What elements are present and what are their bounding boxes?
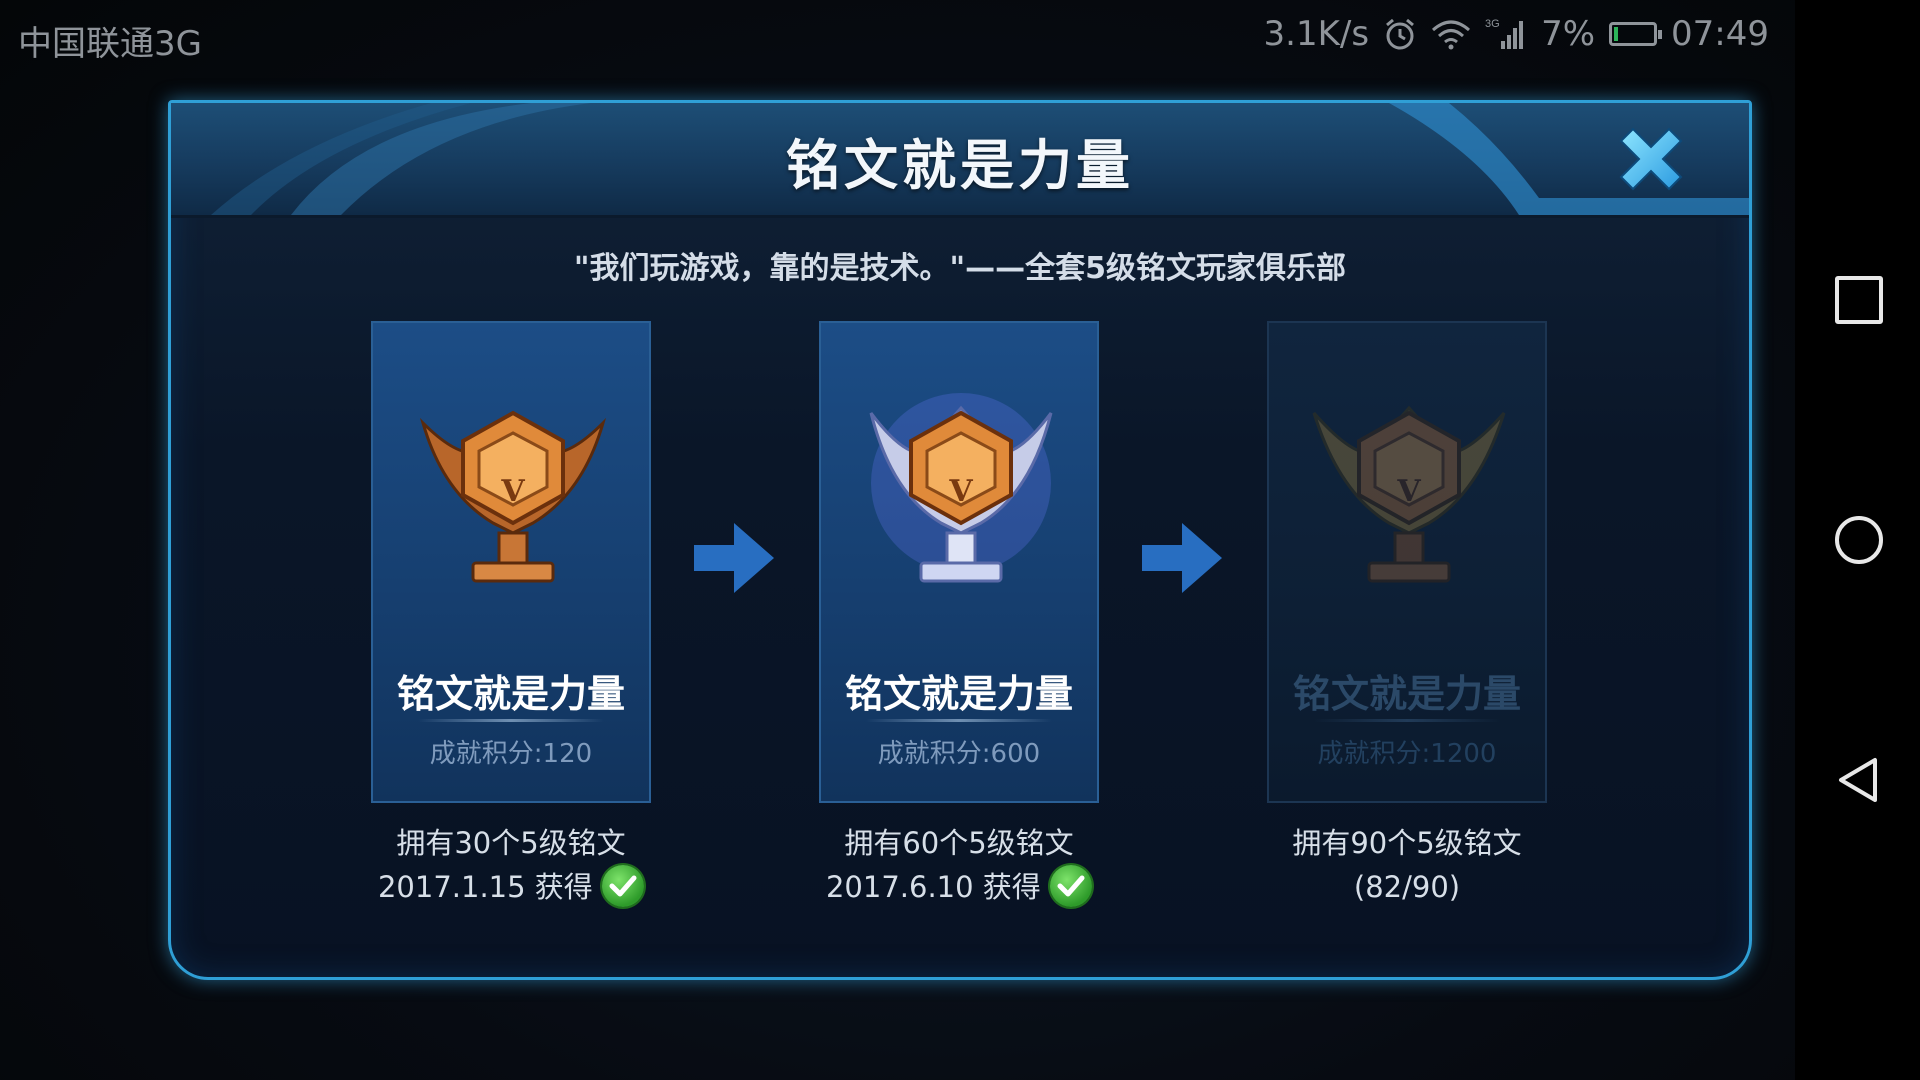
progress-text: (82/90)	[1353, 870, 1461, 904]
tier-title: 铭文就是力量	[396, 672, 625, 716]
arrow-right-icon	[1142, 523, 1222, 593]
arrow-right-icon	[694, 523, 774, 593]
requirement-text: 拥有90个5级铭文	[1292, 826, 1522, 860]
check-icon	[1050, 865, 1093, 907]
divider	[1314, 719, 1500, 722]
status-icons: 3.1K/s 3G 7% 07:49	[1264, 14, 1769, 54]
dialog-title: 铭文就是力量	[786, 134, 1134, 197]
clock: 07:49	[1671, 14, 1769, 54]
requirement-status: 2017.1.15 获得	[331, 865, 691, 910]
dialog-header: 铭文就是力量	[171, 103, 1749, 218]
tier-title: 铭文就是力量	[844, 672, 1073, 716]
svg-text:V: V	[500, 474, 525, 509]
requirement-text: 拥有30个5级铭文	[396, 826, 626, 860]
carrier-label: 中国联通3G	[18, 24, 202, 64]
home-button[interactable]	[1835, 516, 1883, 564]
bronze-badge-icon: V	[419, 410, 607, 583]
game-screen: 中国联通3G 3.1K/s 3G 7% 07:49 铭文就是力量 "我们玩游戏，…	[0, 0, 1920, 1080]
tier-title: 铭文就是力量	[1292, 672, 1521, 716]
tier-requirement-1: 拥有30个5级铭文 2017.1.15 获得	[331, 821, 691, 910]
close-button[interactable]	[1611, 119, 1691, 199]
tier-requirement-3: 拥有90个5级铭文 (82/90)	[1227, 821, 1587, 909]
achievement-dialog: 铭文就是力量 "我们玩游戏，靠的是技术。"——全套5级铭文玩家俱乐部 V 铭文就…	[168, 100, 1752, 980]
signal-icon: 3G	[1485, 17, 1527, 51]
navigation-bar	[1795, 0, 1920, 1080]
tier-requirement-2: 拥有60个5级铭文 2017.6.10 获得	[779, 821, 1139, 910]
battery-icon	[1609, 22, 1663, 46]
wifi-icon	[1431, 18, 1471, 50]
tier-card-1[interactable]: V 铭文就是力量 成就积分:120	[371, 321, 651, 803]
net-speed: 3.1K/s	[1263, 14, 1370, 54]
requirement-text: 拥有60个5级铭文	[844, 826, 1074, 860]
alarm-icon	[1383, 17, 1417, 51]
tier-score: 成就积分:1200	[1317, 739, 1497, 769]
back-triangle-icon	[1839, 758, 1877, 802]
signal-tag: 3G	[1485, 18, 1500, 30]
back-button[interactable]	[1835, 756, 1883, 804]
recent-apps-button[interactable]	[1835, 276, 1883, 324]
obtained-date: 2017.1.15 获得	[377, 870, 593, 904]
tier-score: 成就积分:120	[429, 739, 593, 769]
check-icon	[602, 865, 645, 907]
dialog-subtitle: "我们玩游戏，靠的是技术。"——全套5级铭文玩家俱乐部	[573, 251, 1347, 286]
close-icon	[1619, 127, 1683, 191]
divider	[866, 719, 1052, 722]
tier-card-2[interactable]: V 铭文就是力量 成就积分:600	[819, 321, 1099, 803]
divider	[418, 719, 604, 722]
tier-score: 成就积分:600	[877, 739, 1041, 769]
gold-badge-icon: V	[1312, 405, 1506, 583]
silver-badge-icon: V	[869, 393, 1053, 583]
requirement-status: 2017.6.10 获得	[779, 865, 1139, 910]
svg-text:V: V	[948, 474, 973, 509]
svg-text:V: V	[1396, 474, 1421, 509]
status-bar: 中国联通3G 3.1K/s 3G 7% 07:49	[0, 0, 1795, 72]
battery-percent: 7%	[1541, 14, 1596, 54]
tier-card-3[interactable]: V 铭文就是力量 成就积分:1200	[1267, 321, 1547, 803]
obtained-date: 2017.6.10 获得	[825, 870, 1041, 904]
